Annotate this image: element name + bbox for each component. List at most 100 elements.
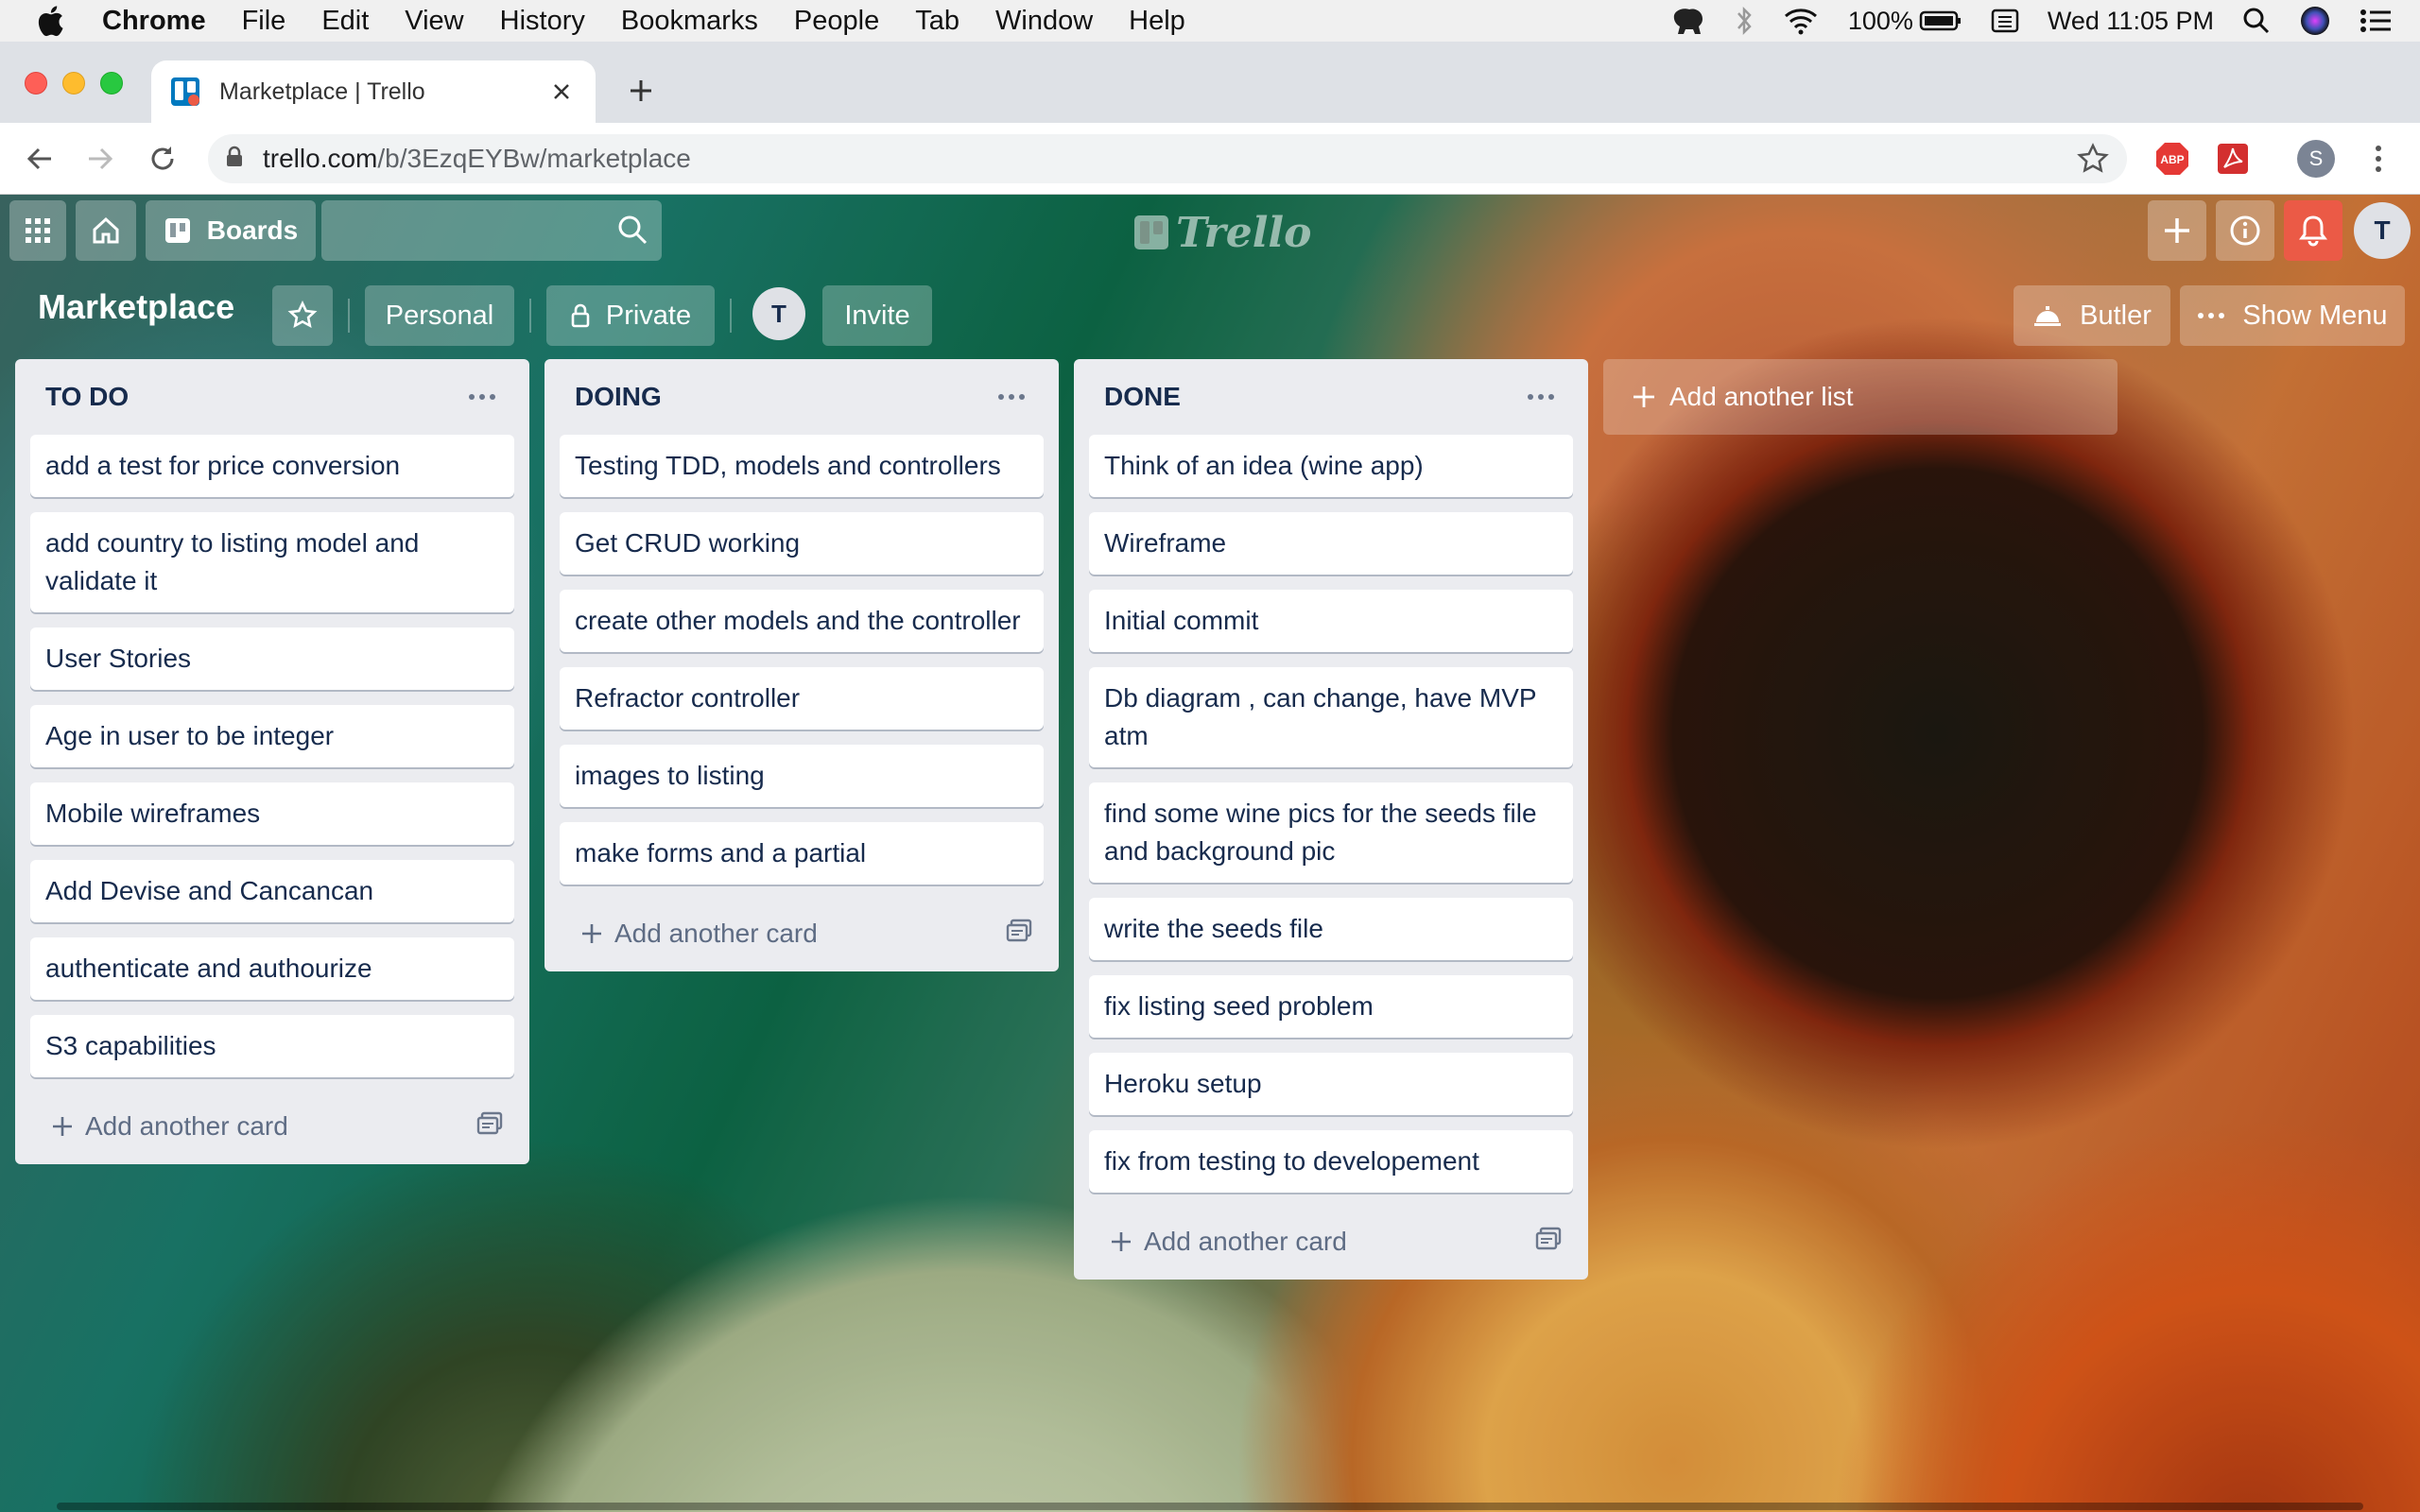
card[interactable]: Refractor controller [560,667,1044,730]
keyboard-input-icon[interactable] [1991,9,2019,33]
card[interactable]: Age in user to be integer [30,705,514,767]
permission-button[interactable]: Private [546,285,715,346]
card[interactable]: fix listing seed problem [1089,975,1573,1038]
card[interactable]: Heroku setup [1089,1053,1573,1115]
add-list-button[interactable]: Add another list [1603,359,2118,435]
card[interactable]: Testing TDD, models and controllers [560,435,1044,497]
menu-window[interactable]: Window [995,6,1093,37]
card[interactable]: add a test for price conversion [30,435,514,497]
evernote-elephant-icon[interactable] [1668,6,1706,36]
menubar-clock[interactable]: Wed 11:05 PM [2048,7,2214,36]
trello-search-input[interactable] [321,200,662,261]
card[interactable]: Db diagram , can change, have MVP atm [1089,667,1573,767]
apple-logo-icon[interactable] [36,5,74,37]
adblock-plus-extension-icon[interactable]: ABP [2153,140,2191,178]
profile-avatar[interactable]: S [2297,140,2335,178]
forward-arrow-icon[interactable] [81,140,119,178]
trello-logo[interactable]: Trello [1134,208,1312,257]
bluetooth-icon[interactable] [1735,6,1754,36]
board-member-avatar[interactable]: T [752,287,805,340]
boards-icon [164,218,190,243]
card[interactable]: find some wine pics for the seeds file a… [1089,782,1573,883]
card[interactable]: Mobile wireframes [30,782,514,845]
star-board-button[interactable] [272,285,333,346]
url-text[interactable]: trello.com/b/3EzqEYBw/marketplace [263,144,691,174]
board-title[interactable]: Marketplace [38,287,234,327]
window-zoom-button[interactable] [100,72,123,94]
list-menu-ellipsis-icon[interactable] [993,378,1030,416]
team-visibility-button[interactable]: Personal [365,285,514,346]
card[interactable]: authenticate and authourize [30,937,514,1000]
card[interactable]: fix from testing to developement [1089,1130,1573,1193]
menu-app-chrome[interactable]: Chrome [102,6,206,37]
list-title[interactable]: DOING [575,382,662,412]
lock-icon[interactable] [225,146,244,173]
lock-icon [571,303,590,328]
card[interactable]: User Stories [30,627,514,690]
board-header: Marketplace Personal Private T Invite Bu… [0,274,2420,353]
list-todo[interactable]: TO DO add a test for price conversion ad… [15,359,529,1164]
app-switcher-grid-icon[interactable] [9,200,66,261]
card[interactable]: Think of an idea (wine app) [1089,435,1573,497]
card[interactable]: Initial commit [1089,590,1573,652]
menu-bookmarks[interactable]: Bookmarks [621,6,758,37]
plus-icon [582,924,601,943]
siri-icon[interactable] [2299,5,2331,37]
search-icon[interactable] [616,214,648,250]
address-bar[interactable]: trello.com/b/3EzqEYBw/marketplace [208,134,2127,183]
menu-view[interactable]: View [405,6,463,37]
member-avatar[interactable]: T [2354,202,2411,259]
menu-help[interactable]: Help [1129,6,1185,37]
list-title[interactable]: DONE [1104,382,1181,412]
list-done[interactable]: DONE Think of an idea (wine app) Wirefra… [1074,359,1588,1280]
card-template-icon[interactable] [1535,1227,1562,1258]
notification-center-icon[interactable] [2360,8,2392,34]
card[interactable]: Get CRUD working [560,512,1044,575]
add-card-button[interactable]: Add another card [1110,1227,1347,1257]
card[interactable]: add country to listing model and validat… [30,512,514,612]
menu-file[interactable]: File [242,6,286,37]
card[interactable]: Add Devise and Cancancan [30,860,514,922]
spotlight-search-icon[interactable] [2242,7,2271,35]
info-button[interactable] [2216,200,2274,261]
board-horizontal-scrollbar[interactable] [57,1503,2363,1510]
create-plus-button[interactable] [2148,200,2206,261]
wifi-icon[interactable] [1782,7,1820,35]
list-doing[interactable]: DOING Testing TDD, models and controller… [544,359,1059,971]
butler-button[interactable]: Butler [2014,285,2170,346]
new-tab-plus-icon[interactable] [620,70,662,112]
browser-tab-active[interactable]: Marketplace | Trello [151,60,596,123]
show-menu-button[interactable]: Show Menu [2180,285,2405,346]
tab-close-icon[interactable] [546,77,577,107]
card-template-icon[interactable] [1006,919,1032,950]
menu-people[interactable]: People [794,6,879,37]
window-close-button[interactable] [25,72,47,94]
list-menu-ellipsis-icon[interactable] [1522,378,1560,416]
notifications-button[interactable] [2284,200,2342,261]
list-title[interactable]: TO DO [45,382,129,412]
home-button[interactable] [76,200,136,261]
chrome-menu-kebab-icon[interactable] [2360,140,2397,178]
window-minimize-button[interactable] [62,72,85,94]
acrobat-extension-icon[interactable] [2214,140,2252,178]
reload-icon[interactable] [144,140,182,178]
list-menu-ellipsis-icon[interactable] [463,378,501,416]
card[interactable]: write the seeds file [1089,898,1573,960]
card[interactable]: S3 capabilities [30,1015,514,1077]
back-arrow-icon[interactable] [21,140,59,178]
card-template-icon[interactable] [476,1111,503,1143]
card[interactable]: images to listing [560,745,1044,807]
boards-button[interactable]: Boards [146,200,316,261]
menu-edit[interactable]: Edit [321,6,369,37]
menu-tab[interactable]: Tab [915,6,959,37]
battery-icon[interactable] [1919,9,1962,32]
card[interactable]: make forms and a partial [560,822,1044,885]
menu-history[interactable]: History [500,6,585,37]
card[interactable]: Wireframe [1089,512,1573,575]
add-card-button[interactable]: Add another card [51,1111,288,1142]
invite-button[interactable]: Invite [822,285,932,346]
plus-icon [53,1117,72,1136]
card[interactable]: create other models and the controller [560,590,1044,652]
bookmark-star-icon[interactable] [2076,142,2110,180]
add-card-button[interactable]: Add another card [580,919,818,949]
